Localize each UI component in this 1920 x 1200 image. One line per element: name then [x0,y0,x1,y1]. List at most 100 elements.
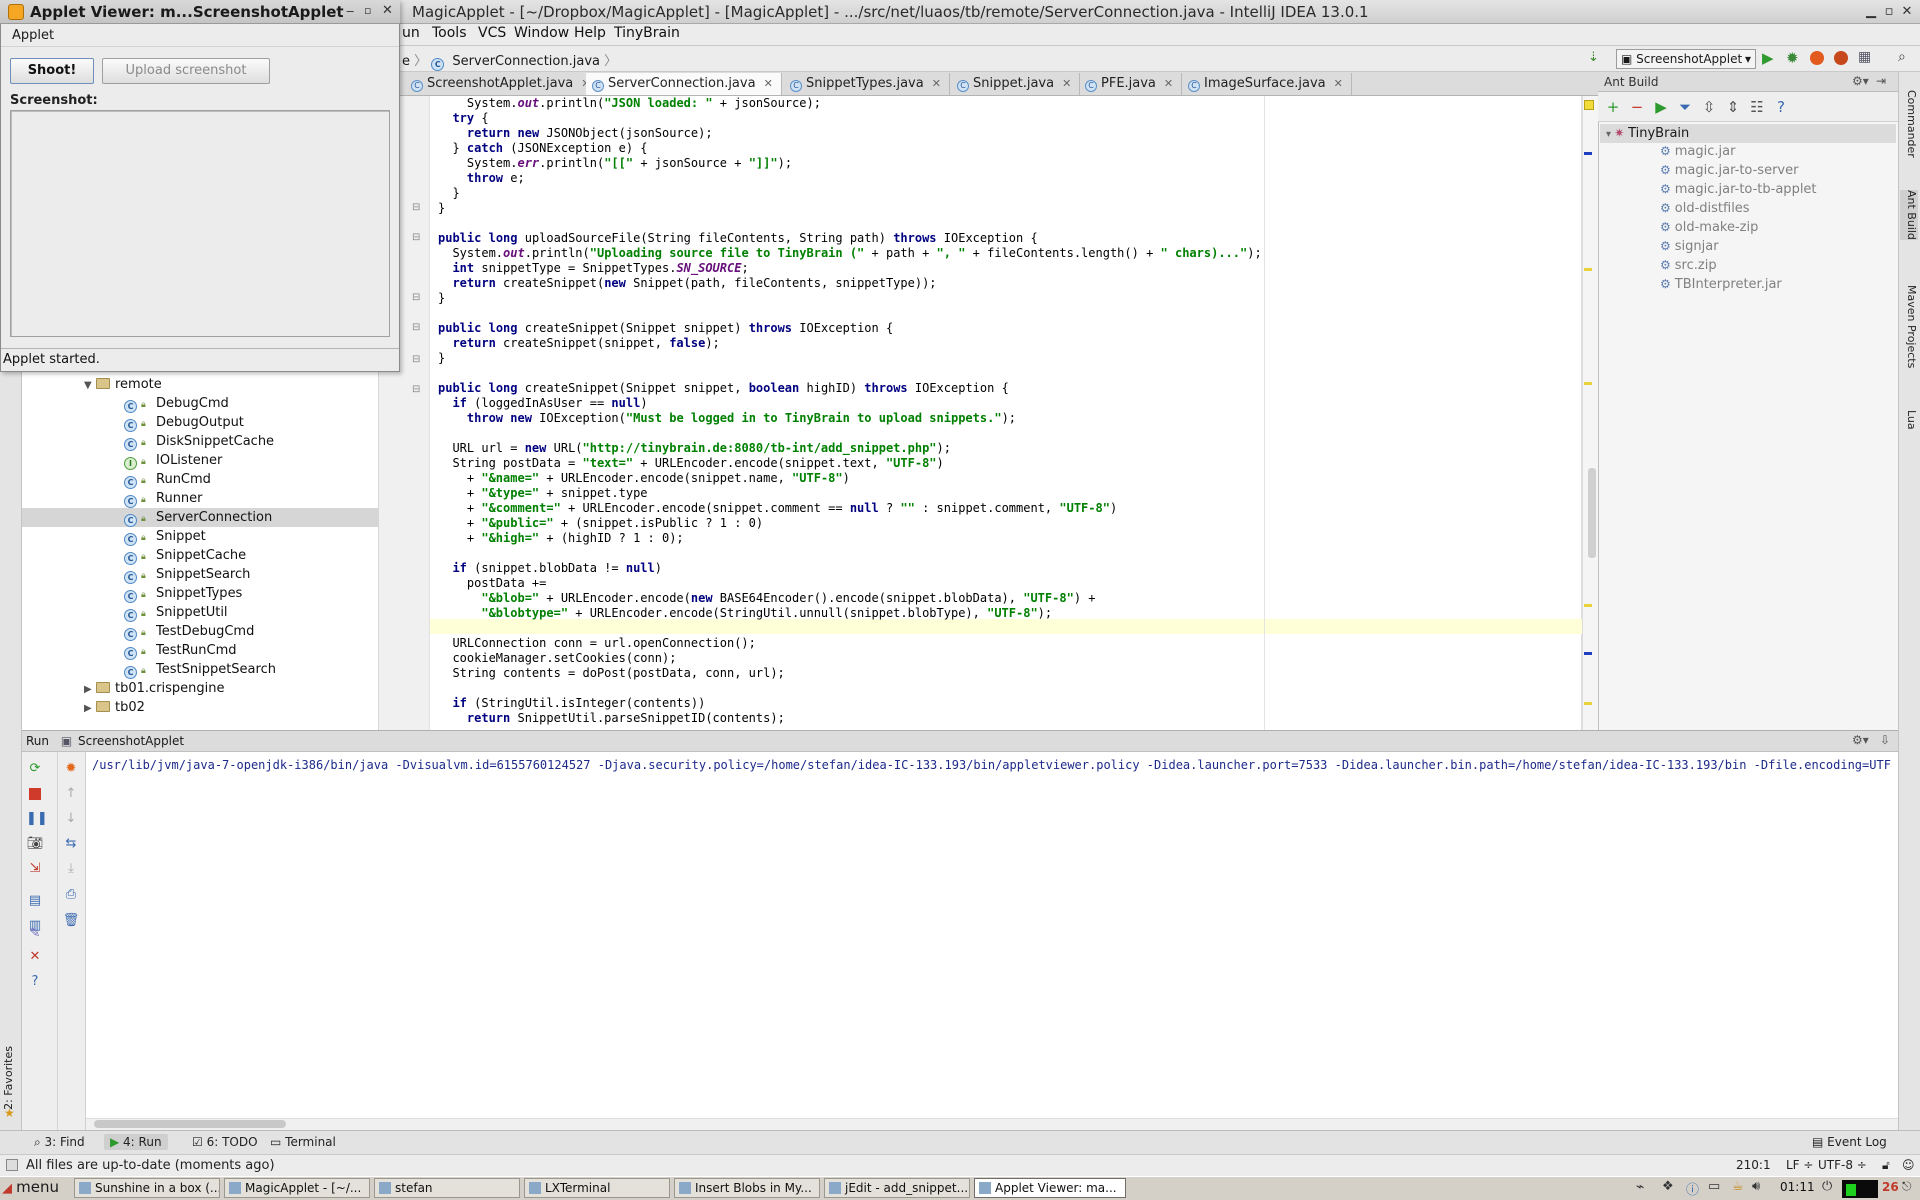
tree-class-item[interactable]: C 🔒︎ DebugCmd [124,394,229,413]
inspector-icon[interactable]: ☺ [1902,1158,1915,1172]
tree-class-item[interactable]: C 🔒︎ SnippetSearch [124,565,250,584]
breadcrumb-file[interactable]: ServerConnection.java [452,54,600,69]
taskbar-item[interactable]: jEdit - add_snippet... [824,1178,970,1198]
taskbar-item[interactable]: LXTerminal [524,1178,670,1198]
ant-target[interactable]: signjar [1660,239,1719,254]
menu-run[interactable]: un [402,25,420,41]
tree-class-item[interactable]: C 🔒︎ Snippet [124,527,206,546]
collapsed-triangle-icon[interactable]: ▶ [84,699,96,718]
status-message[interactable]: All files are up-to-date (moments ago) [26,1158,275,1173]
editor-gutter[interactable] [400,96,430,730]
tab-snippettypes[interactable]: C SnippetTypes.java ✕ [784,73,950,95]
fold-icon[interactable]: ⊟ [412,384,420,395]
tree-interface-item[interactable]: I 🔒︎ IOListener [124,451,222,470]
project-structure-icon[interactable]: ▦ [1858,49,1871,65]
ant-target[interactable]: magic.jar-to-tb-applet [1660,182,1817,197]
error-stripe-mark[interactable] [1584,382,1592,385]
hide-panel-icon[interactable]: ⇥ [1876,74,1886,88]
breadcrumb-prefix[interactable]: e [402,54,410,69]
clock[interactable]: 01:11 [1780,1180,1815,1194]
run-tool-button[interactable]: ▶ 4: Run [104,1134,168,1150]
fold-icon[interactable]: ⊟ [412,202,420,213]
tab-snippet[interactable]: C Snippet.java ✕ [951,73,1081,95]
taskbar-item-active[interactable]: Applet Viewer: ma... [974,1178,1126,1198]
taskbar-item[interactable]: stefan [374,1178,520,1198]
find-tool-button[interactable]: ⌕ 3: Find [28,1134,91,1151]
minimize-icon[interactable]: ‒ [346,4,354,19]
menu-help[interactable]: Help [574,25,606,41]
console-horizontal-scrollbar[interactable] [86,1118,1898,1130]
rerun-icon[interactable]: ⟳ [26,760,44,778]
expand-triangle-icon[interactable]: ▾ [1606,129,1614,140]
editor-error-stripe[interactable] [1582,96,1598,730]
properties-icon[interactable]: ☷ [1748,98,1766,116]
expand-all-icon[interactable]: ⇳ [1700,98,1718,116]
hide-panel-icon[interactable]: ⇩ [1880,733,1890,747]
filter-icon[interactable]: ⏷ [1676,98,1694,116]
expand-triangle-icon[interactable]: ▼ [84,376,96,395]
up-arrow-icon[interactable]: ↑ [62,785,80,803]
debug-run-icon[interactable]: ✹ [62,760,80,778]
run-config-tab[interactable]: ScreenshotApplet [78,734,184,748]
fold-icon[interactable]: ⊟ [412,292,420,303]
profile-icon[interactable] [1834,51,1848,65]
close-tab-icon[interactable]: ✕ [932,77,941,90]
close-tab-icon[interactable]: ✕ [764,77,773,90]
exit-icon[interactable]: ⇲ [26,860,44,878]
maven-projects-tab[interactable]: Maven Projects [1900,285,1918,368]
tab-serverconnection[interactable]: C ServerConnection.java ✕ [586,73,782,95]
tree-package-item[interactable]: ▶ tb01.crispengine [84,679,225,698]
dump-threads-icon[interactable]: 📷︎ [26,835,44,853]
run-icon[interactable]: ▶ [1762,49,1774,67]
coverage-icon[interactable] [1810,51,1824,65]
remove-icon[interactable]: − [1628,98,1646,116]
make-icon[interactable]: ⇣ [1588,50,1599,65]
start-menu-button[interactable]: ◢ menu [2,1178,59,1196]
debug-icon[interactable]: ✹ [1786,49,1799,67]
tree-class-item[interactable]: C 🔒︎ TestDebugCmd [124,622,254,641]
run-config-select[interactable]: ▣ ScreenshotApplet ▾ [1616,49,1756,69]
help-icon[interactable]: ? [26,973,44,991]
tree-class-item[interactable]: C 🔒︎ RunCmd [124,470,211,489]
error-stripe-mark[interactable] [1584,652,1592,655]
tree-class-item[interactable]: C 🔒︎ TestRunCmd [124,641,237,660]
close-run-icon[interactable]: ✕ [26,948,44,966]
error-stripe-mark[interactable] [1584,702,1592,705]
ant-target[interactable]: src.zip [1660,258,1717,273]
fold-icon[interactable]: ⊟ [412,322,420,333]
taskbar-item[interactable]: Sunshine in a box (... [74,1178,220,1198]
todo-tool-button[interactable]: ☑ 6: TODO [186,1134,264,1150]
help-icon[interactable]: ? [1772,98,1790,116]
error-stripe-mark[interactable] [1584,268,1592,271]
down-arrow-icon[interactable]: ↓ [62,810,80,828]
error-stripe-mark[interactable] [1584,152,1592,155]
menu-vcs[interactable]: VCS [478,25,506,41]
settings-gear-icon[interactable]: ⚙▾ [1852,733,1869,747]
toggle-tool-windows-icon[interactable] [6,1159,18,1171]
add-icon[interactable]: + [1604,98,1622,116]
close-icon[interactable]: ✕ [1898,3,1916,21]
maximize-icon[interactable]: ▫ [1880,3,1898,21]
tree-class-item[interactable]: C 🔒︎ SnippetUtil [124,603,228,622]
tree-class-item[interactable]: C 🔒︎ DebugOutput [124,413,244,432]
tree-package-item[interactable]: ▶ tb02 [84,698,145,717]
tree-folder-remote[interactable]: ▼ remote [84,375,162,394]
lock-icon[interactable]: 🔓︎ [1882,1158,1890,1173]
collapsed-triangle-icon[interactable]: ▶ [84,680,96,699]
tab-imagesurface[interactable]: C ImageSurface.java ✕ [1182,73,1352,95]
caret-position[interactable]: 210:1 [1736,1158,1771,1172]
upload-screenshot-button[interactable]: Upload screenshot [102,58,270,84]
taskbar-item[interactable]: Insert Blobs in My... [674,1178,820,1198]
tree-class-item[interactable]: C 🔒︎ SnippetCache [124,546,246,565]
tab-screenshotapplet[interactable]: CScreenshotApplet.java✕ [405,73,600,95]
maximize-icon[interactable]: ▫ [364,4,371,17]
soft-wrap-icon[interactable]: ⇆ [62,835,80,853]
event-log-button[interactable]: ▤ Event Log [1806,1134,1893,1150]
dropbox-icon[interactable]: ❖ [1662,1179,1674,1194]
fold-icon[interactable]: ⊟ [412,354,420,365]
stop-icon[interactable] [29,788,41,800]
clear-all-icon[interactable]: 🗑︎ [62,912,80,930]
lua-tab[interactable]: Lua [1900,410,1918,430]
ant-root[interactable]: ▾ ✷ TinyBrain [1606,126,1689,141]
pause-icon[interactable]: ❚❚ [26,810,48,828]
